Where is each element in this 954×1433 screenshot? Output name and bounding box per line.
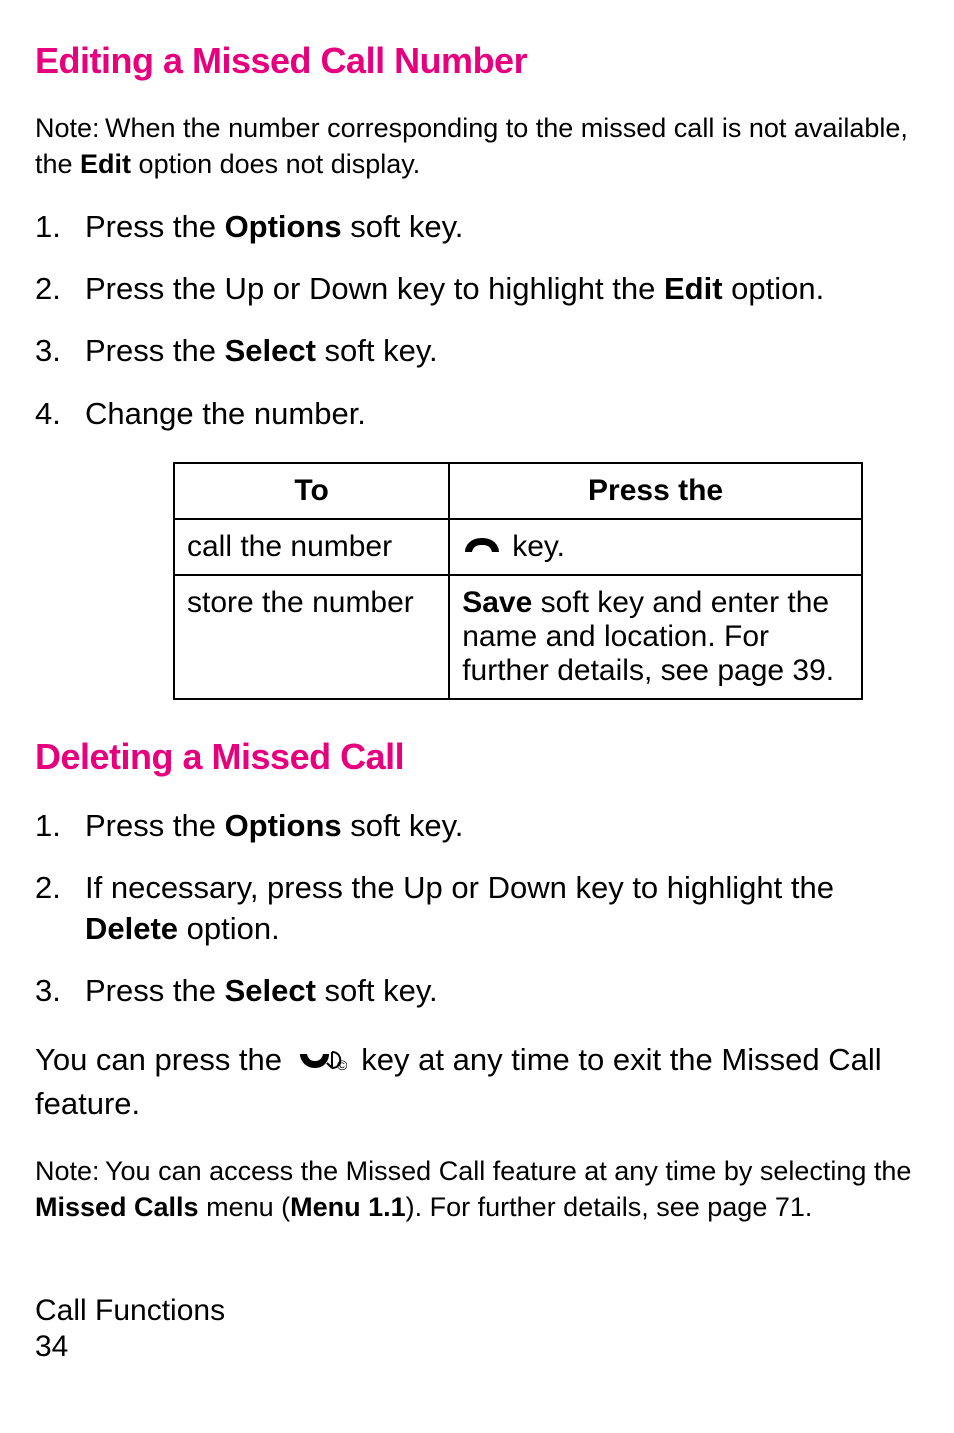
note2-text-2: menu ( [199, 1192, 291, 1222]
step-bold: Edit [664, 271, 723, 306]
step-post: soft key. [342, 808, 464, 843]
step-post: soft key. [342, 209, 464, 244]
table-row: store the number Save soft key and enter… [174, 575, 862, 699]
table-cell-to-1: call the number [174, 519, 449, 575]
step-1: 1. Press the Options soft key. [35, 207, 919, 247]
step-post: option. [723, 271, 825, 306]
table-cell-press-1: key. [449, 519, 862, 575]
step-num: 1. [35, 207, 85, 247]
section-heading-editing: Editing a Missed Call Number [35, 40, 919, 82]
note2-text-1: You can access the Missed Call feature a… [105, 1156, 911, 1186]
body-exit-text: You can press the © key at any time to e… [35, 1039, 919, 1125]
steps-deleting: 1. Press the Options soft key. 2. If nec… [35, 806, 919, 1011]
action-table: To Press the call the number key. store … [173, 462, 863, 700]
end-key-icon: © [297, 1041, 347, 1083]
note2-bold-1: Missed Calls [35, 1192, 199, 1222]
step-2: 2. If necessary, press the Up or Down ke… [35, 868, 919, 949]
step-num: 3. [35, 971, 85, 1011]
table-cell-press-2-bold: Save [462, 586, 532, 619]
note-bold: Edit [80, 149, 131, 179]
note-text-2: option does not display. [131, 149, 420, 179]
call-key-icon [462, 530, 502, 564]
step-pre: Press the [85, 209, 225, 244]
step-post: soft key. [316, 333, 438, 368]
table-header-row: To Press the [174, 463, 862, 519]
step-num: 3. [35, 331, 85, 371]
step-bold: Select [225, 333, 316, 368]
step-bold: Delete [85, 911, 178, 946]
note-editing: Note: When the number corresponding to t… [35, 110, 919, 183]
note-label: Note: [35, 1153, 105, 1189]
step-3: 3. Press the Select soft key. [35, 331, 919, 371]
table-cell-press-1-text: key. [512, 530, 565, 564]
note2-bold-2: Menu 1.1 [290, 1192, 406, 1222]
step-pre: Change the number. [85, 396, 366, 431]
page-number: 34 [35, 1330, 919, 1364]
body-pre: You can press the [35, 1042, 291, 1077]
step-3: 3. Press the Select soft key. [35, 971, 919, 1011]
svg-text:©: © [337, 1057, 347, 1072]
table-header-to: To [174, 463, 449, 519]
step-2: 2. Press the Up or Down key to highlight… [35, 269, 919, 309]
step-num: 2. [35, 269, 85, 309]
table-cell-press-2: Save soft key and enter the name and loc… [449, 575, 862, 699]
step-num: 2. [35, 868, 85, 949]
step-post: option. [178, 911, 280, 946]
steps-editing: 1. Press the Options soft key. 2. Press … [35, 207, 919, 434]
note-label: Note: [35, 110, 105, 146]
table-header-press: Press the [449, 463, 862, 519]
table-cell-to-2: store the number [174, 575, 449, 699]
note2-text-3: ). For further details, see page 71. [406, 1192, 813, 1222]
step-bold: Select [225, 973, 316, 1008]
footer: Call Functions 34 [35, 1294, 919, 1364]
step-post: soft key. [316, 973, 438, 1008]
step-pre: Press the Up or Down key to highlight th… [85, 271, 664, 306]
note-deleting: Note: You can access the Missed Call fea… [35, 1153, 919, 1226]
step-num: 1. [35, 806, 85, 846]
table-row: call the number key. [174, 519, 862, 575]
step-bold: Options [225, 209, 342, 244]
step-bold: Options [225, 808, 342, 843]
step-num: 4. [35, 394, 85, 434]
step-4: 4. Change the number. [35, 394, 919, 434]
section-heading-deleting: Deleting a Missed Call [35, 736, 919, 778]
step-pre: Press the [85, 333, 225, 368]
step-pre: Press the [85, 973, 225, 1008]
chapter-name: Call Functions [35, 1294, 919, 1328]
step-pre: Press the [85, 808, 225, 843]
step-1: 1. Press the Options soft key. [35, 806, 919, 846]
step-pre: If necessary, press the Up or Down key t… [85, 870, 834, 905]
